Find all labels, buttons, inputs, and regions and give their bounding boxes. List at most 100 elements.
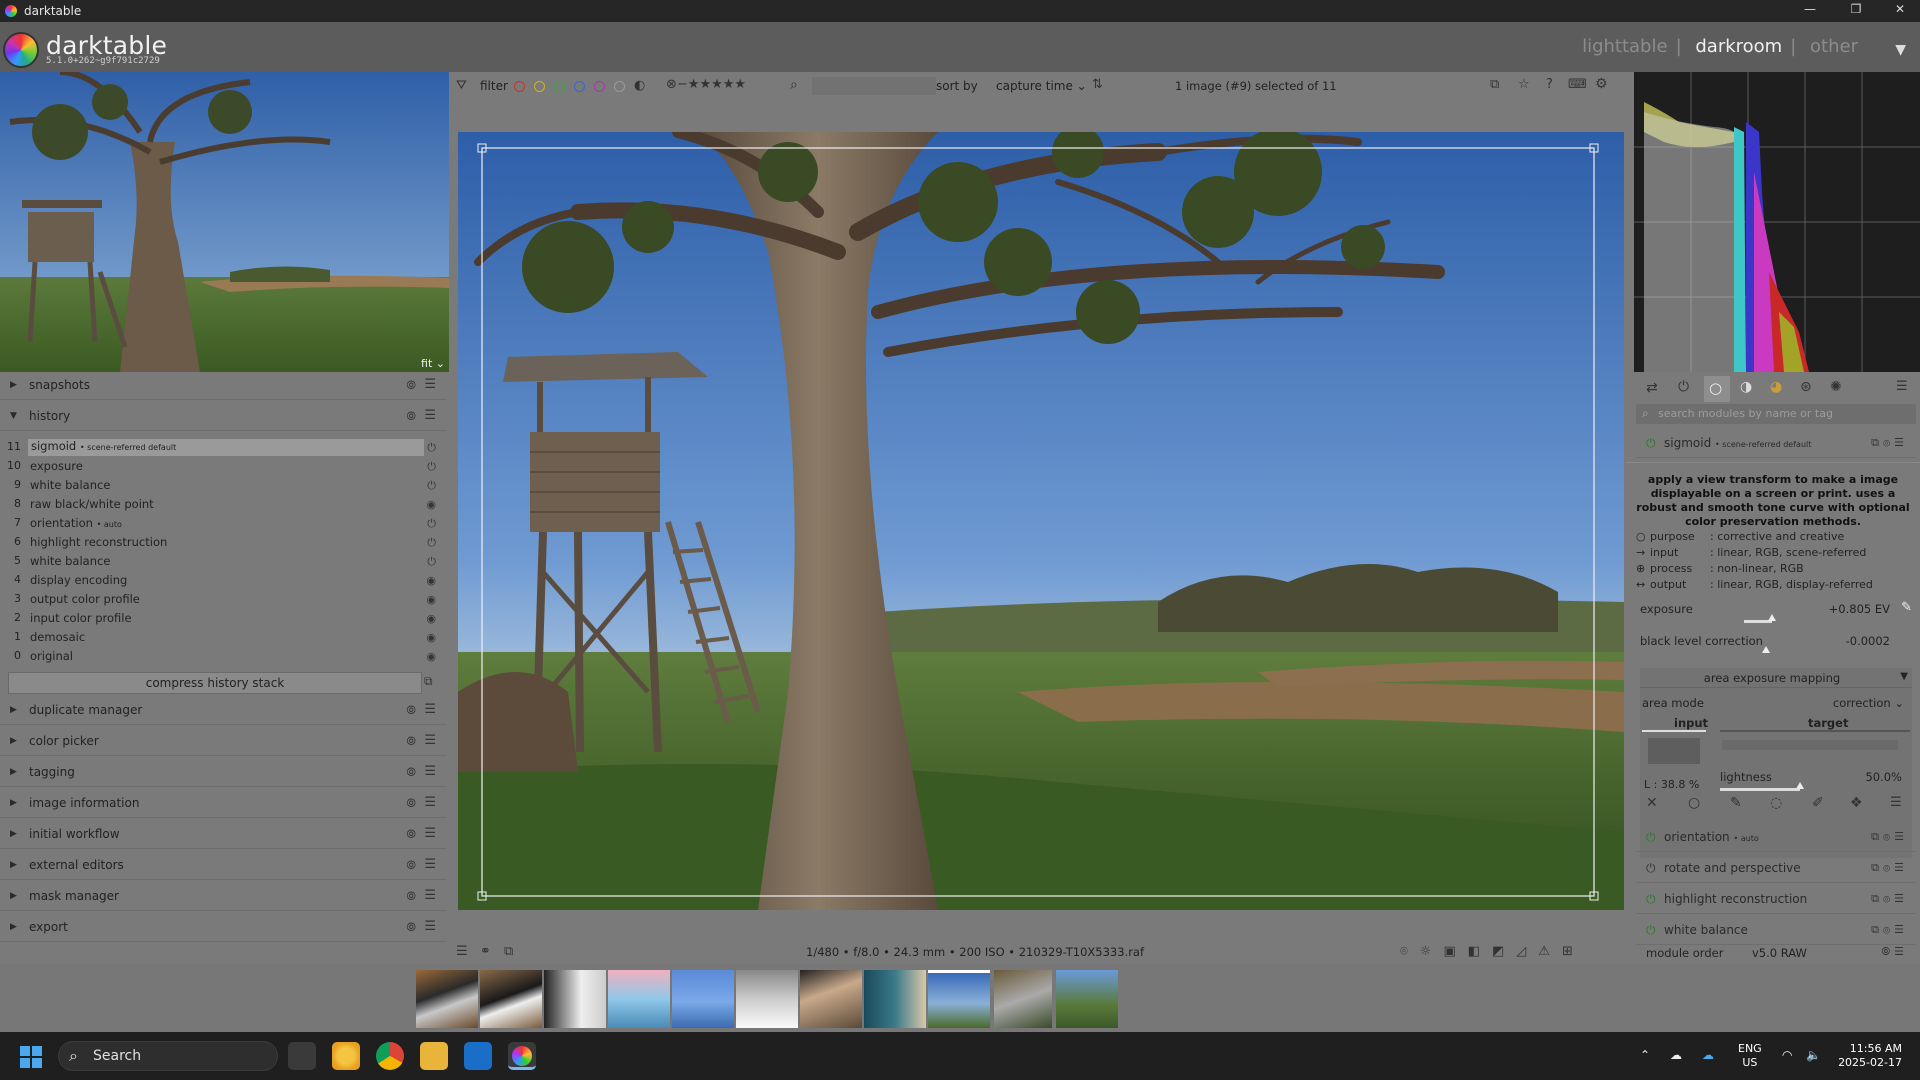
- sort-dropdown[interactable]: capture time ⌄: [996, 79, 1087, 93]
- tray-overflow-icon[interactable]: ⌃: [1640, 1048, 1650, 1062]
- reset-icon[interactable]: ⦾: [406, 920, 416, 935]
- black-level-slider[interactable]: black level correction -0.0002: [1636, 632, 1916, 662]
- module-power-icon[interactable]: ⏻: [1646, 861, 1656, 876]
- module-header-icons[interactable]: ⧉⦾☰: [1871, 436, 1908, 450]
- reset-icon[interactable]: ⦾: [406, 827, 416, 842]
- uniform-blend-icon[interactable]: ○: [1688, 795, 1700, 811]
- views-menu-icon[interactable]: ▼: [1895, 42, 1906, 58]
- preferences-gear-icon[interactable]: ⚙: [1595, 76, 1608, 92]
- compress-history-button[interactable]: compress history stack: [8, 672, 422, 694]
- raster-mask-icon[interactable]: ❖: [1850, 795, 1863, 811]
- film-thumbnail[interactable]: [544, 970, 606, 1028]
- view-tools-icons[interactable]: ⌾☼▣◧◩◿⚠⊞: [1400, 944, 1585, 959]
- module-header-icons[interactable]: ⧉⦾☰: [1871, 892, 1908, 906]
- history-item[interactable]: 10 exposure ⏻: [0, 457, 446, 476]
- color-label-gray[interactable]: [614, 81, 625, 92]
- history-item[interactable]: 6 highlight reconstruction ⏻: [0, 533, 446, 552]
- outlook-icon[interactable]: [464, 1042, 492, 1070]
- history-item[interactable]: 4 display encoding ◉: [0, 571, 446, 590]
- presets-menu-icon[interactable]: ☰: [424, 857, 436, 872]
- language-indicator[interactable]: ENG US: [1738, 1042, 1762, 1070]
- history-item[interactable]: 2 input color profile ◉: [0, 609, 446, 628]
- grouping-icon[interactable]: ⧉: [1490, 77, 1499, 92]
- reset-icon[interactable]: ⦾: [406, 858, 416, 873]
- history-item[interactable]: 5 white balance ⏻: [0, 552, 446, 571]
- presets-menu-icon[interactable]: ☰: [424, 702, 436, 717]
- wifi-icon[interactable]: ◠: [1782, 1048, 1792, 1062]
- task-view-icon[interactable]: [288, 1042, 316, 1070]
- second-window-icon[interactable]: ⧉: [504, 944, 513, 959]
- drawn-parametric-icon[interactable]: ✐: [1812, 795, 1824, 811]
- module-external-editors[interactable]: ▶ external editors ⦾ ☰: [0, 852, 446, 880]
- presets-menu-icon[interactable]: ☰: [424, 408, 436, 423]
- module-sigmoid-header[interactable]: ⏻ sigmoid • scene-referred default ⧉⦾☰: [1636, 428, 1916, 458]
- history-item[interactable]: 1 demosaic ◉: [0, 628, 446, 647]
- history-item[interactable]: 3 output color profile ◉: [0, 590, 446, 609]
- film-thumbnail[interactable]: [994, 970, 1052, 1028]
- presets-menu-icon[interactable]: ☰: [424, 888, 436, 903]
- module-white-balance[interactable]: ⏻ white balance ⧉⦾☰: [1636, 915, 1916, 945]
- module-order-icons[interactable]: ⦾☰: [1881, 945, 1908, 959]
- start-button[interactable]: [20, 1046, 42, 1068]
- reset-icon[interactable]: ⦾: [406, 765, 416, 780]
- module-export[interactable]: ▶ export ⦾ ☰: [0, 914, 446, 942]
- color-label-blue[interactable]: [574, 81, 585, 92]
- volume-icon[interactable]: 🔈: [1806, 1048, 1821, 1062]
- film-thumbnail[interactable]: [416, 970, 478, 1028]
- color-label-red[interactable]: [514, 81, 525, 92]
- keyboard-shortcuts-icon[interactable]: ⌨: [1568, 77, 1587, 92]
- rating-filter-icon[interactable]: ⊗−★★★★★: [666, 77, 746, 92]
- history-item[interactable]: 9 white balance ⏻: [0, 476, 446, 495]
- mask-off-icon[interactable]: ✕: [1646, 795, 1658, 811]
- film-thumbnail[interactable]: [1056, 970, 1118, 1028]
- color-picker-icon[interactable]: ✎: [1901, 600, 1912, 615]
- history-item[interactable]: 0 original ◉: [0, 647, 446, 666]
- module-power-icon[interactable]: ⏻: [1646, 923, 1656, 938]
- zoom-level[interactable]: fit ⌄: [421, 357, 445, 370]
- history-item[interactable]: 11 sigmoid • scene-referred default ⏻: [0, 438, 446, 457]
- reset-icon[interactable]: ⦾: [406, 703, 416, 718]
- maximize-button[interactable]: ❐: [1842, 2, 1870, 20]
- film-thumbnail[interactable]: [800, 970, 862, 1028]
- presets-menu-icon[interactable]: ☰: [424, 826, 436, 841]
- onedrive-icon[interactable]: ☁: [1702, 1048, 1714, 1062]
- history-item[interactable]: 7 orientation • auto ⏻: [0, 514, 446, 533]
- presets-menu-icon[interactable]: ☰: [424, 733, 436, 748]
- parametric-mask-icon[interactable]: ◌: [1770, 795, 1782, 811]
- file-explorer-icon[interactable]: [420, 1042, 448, 1070]
- exposure-slider[interactable]: exposure +0.805 EV ✎: [1636, 600, 1916, 630]
- presets-menu-icon[interactable]: ☰: [424, 795, 436, 810]
- presets-menu-icon[interactable]: ☰: [1890, 795, 1902, 810]
- module-power-icon[interactable]: ⏻: [1646, 892, 1656, 907]
- color-group-icon[interactable]: ◕: [1770, 379, 1782, 395]
- color-label-purple[interactable]: [594, 81, 605, 92]
- presets-menu-icon[interactable]: ☰: [424, 764, 436, 779]
- reset-icon[interactable]: ⦾: [406, 796, 416, 811]
- color-label-yellow[interactable]: [534, 81, 545, 92]
- drawn-mask-icon[interactable]: ✎: [1730, 795, 1742, 811]
- sort-order-icon[interactable]: ⇅: [1092, 77, 1103, 92]
- module-initial-workflow[interactable]: ▶ initial workflow ⦾ ☰: [0, 821, 446, 849]
- film-thumbnail[interactable]: [608, 970, 670, 1028]
- presets-menu-icon[interactable]: ☰: [424, 377, 436, 392]
- quick-access-icon[interactable]: ☰: [456, 944, 468, 959]
- reset-icon[interactable]: ⦾: [406, 409, 416, 424]
- slider-knob[interactable]: [1762, 646, 1770, 653]
- module-orientation[interactable]: ⏻ orientation • auto ⧉⦾☰: [1636, 822, 1916, 852]
- styles-icon[interactable]: ⚭: [480, 944, 491, 959]
- area-exposure-header[interactable]: area exposure mapping ▼: [1640, 668, 1912, 688]
- truncate-history-icon[interactable]: ⧉: [424, 674, 433, 689]
- module-power-icon[interactable]: ⏻: [1646, 436, 1656, 451]
- taskbar-search[interactable]: ⌕ Search: [58, 1041, 278, 1071]
- module-order-row[interactable]: module order v5.0 RAW ⦾☰: [1636, 942, 1916, 964]
- module-color-picker[interactable]: ▶ color picker ⦾ ☰: [0, 728, 446, 756]
- module-mask-manager[interactable]: ▶ mask manager ⦾ ☰: [0, 883, 446, 911]
- module-duplicate-manager[interactable]: ▶ duplicate manager ⦾ ☰: [0, 697, 446, 725]
- reset-icon[interactable]: ⦾: [406, 734, 416, 749]
- module-tagging[interactable]: ▶ tagging ⦾ ☰: [0, 759, 446, 787]
- search-icon[interactable]: ⌕: [790, 77, 798, 93]
- histogram[interactable]: [1634, 72, 1920, 372]
- input-color-patch[interactable]: [1648, 738, 1700, 764]
- film-thumbnail[interactable]: [864, 970, 926, 1028]
- cloud-icon[interactable]: ☁: [1670, 1048, 1682, 1062]
